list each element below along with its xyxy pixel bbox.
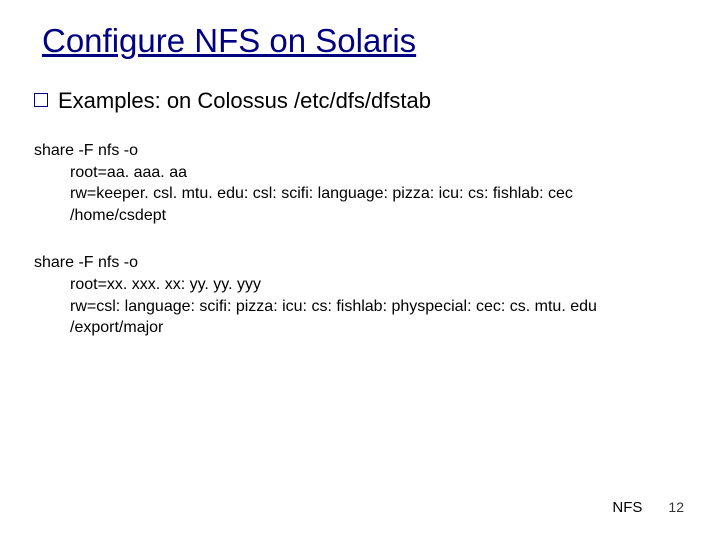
code-line: root=aa. aaa. aa [34,162,720,184]
footer-label: NFS [612,499,642,516]
code-line: /home/csdept [34,205,720,227]
square-bullet-icon [34,93,48,107]
page-number: 12 [668,499,684,515]
code-line: rw=keeper. csl. mtu. edu: csl: scifi: la… [34,183,720,205]
bullet-item: Examples: on Colossus /etc/dfs/dfstab [0,60,720,114]
slide-title: Configure NFS on Solaris [0,0,720,60]
code-line: share -F nfs -o [34,252,720,274]
slide-footer: NFS 12 [612,499,684,516]
code-line: /export/major [34,317,720,339]
code-line: root=xx. xxx. xx: yy. yy. yyy [34,274,720,296]
code-block-2: share -F nfs -o root=xx. xxx. xx: yy. yy… [0,226,720,338]
code-line: rw=csl: language: scifi: pizza: icu: cs:… [34,296,720,318]
bullet-text: Examples: on Colossus /etc/dfs/dfstab [58,88,431,114]
code-line: share -F nfs -o [34,140,720,162]
code-block-1: share -F nfs -o root=aa. aaa. aa rw=keep… [0,114,720,226]
